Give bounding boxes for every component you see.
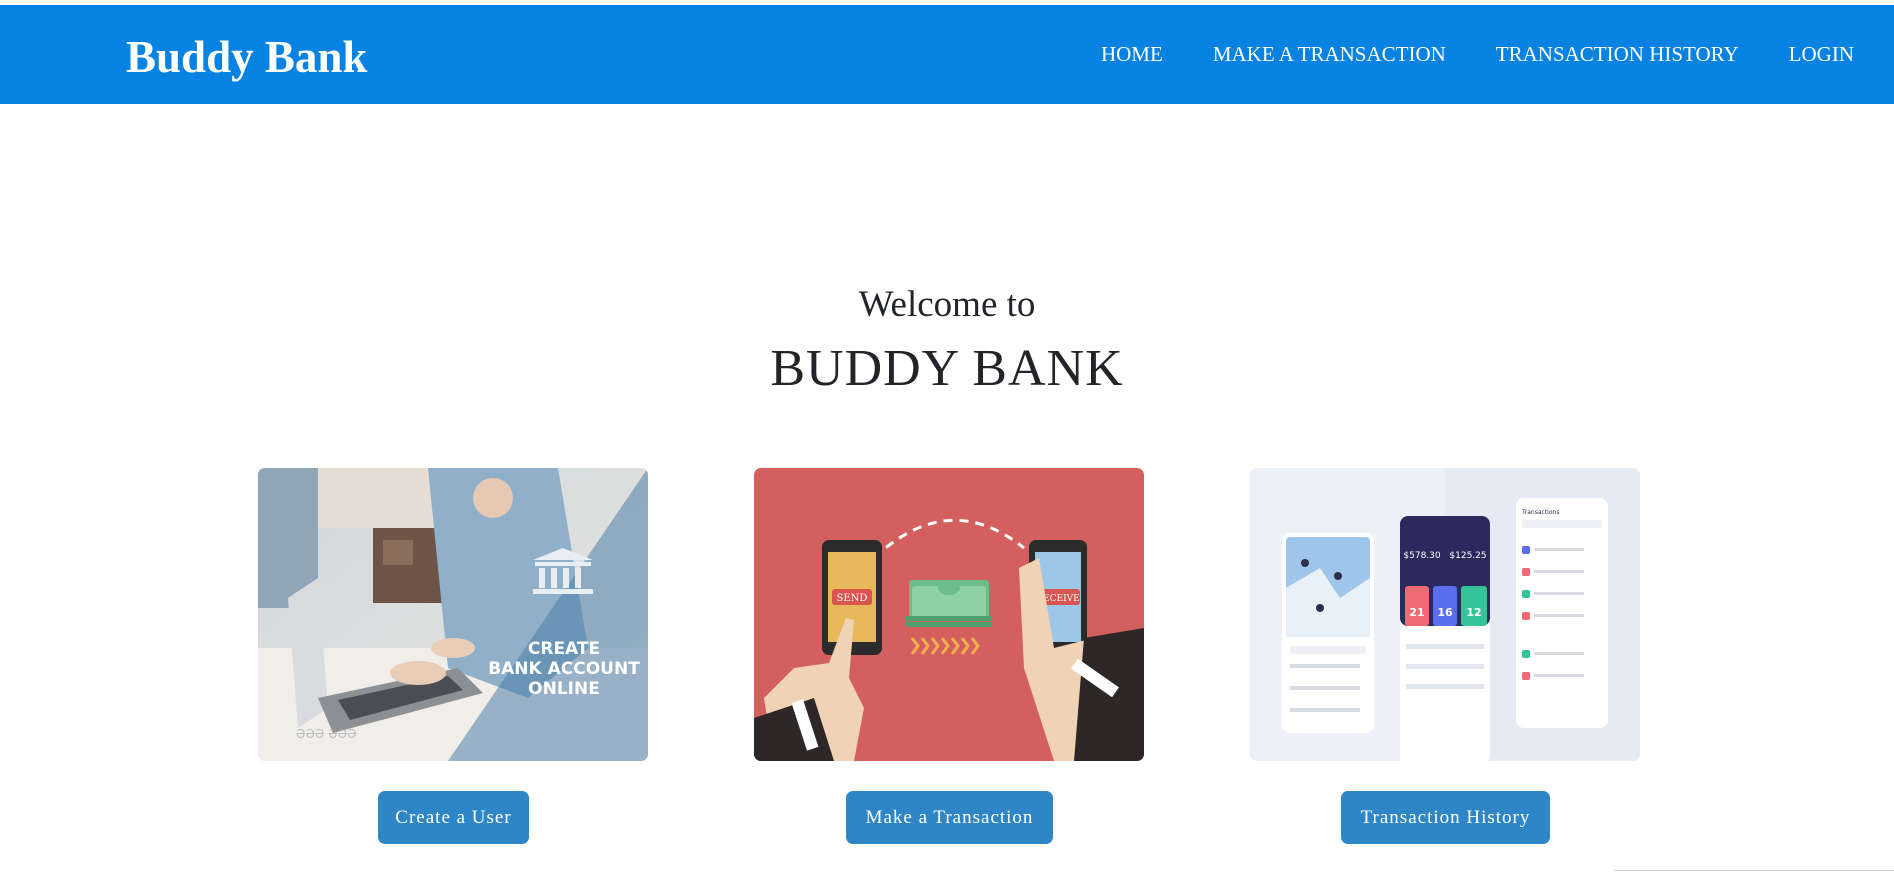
stat-value-1: 21 bbox=[1409, 606, 1424, 619]
image-watermark: ƏƏƏ ƏƏƏ bbox=[296, 727, 357, 741]
create-account-image: CREATE BANK ACCOUNT ONLINE ƏƏƏ ƏƏƏ bbox=[258, 468, 648, 761]
nav-link-transaction-history[interactable]: TRANSACTION HISTORY bbox=[1496, 42, 1739, 67]
create-account-caption-line-3: ONLINE bbox=[528, 679, 600, 699]
transaction-history-button[interactable]: Transaction History bbox=[1341, 791, 1550, 844]
page-title: BUDDY BANK bbox=[770, 340, 1124, 397]
nav-link-make-transaction[interactable]: MAKE A TRANSACTION bbox=[1213, 42, 1446, 67]
create-account-caption-line-1: CREATE bbox=[528, 639, 600, 659]
stat-value-3: 12 bbox=[1466, 606, 1481, 619]
balance-left: $578.30 bbox=[1403, 551, 1440, 561]
create-user-button[interactable]: Create a User bbox=[378, 791, 529, 844]
make-transaction-button[interactable]: Make a Transaction bbox=[846, 791, 1053, 844]
stat-value-2: 16 bbox=[1437, 606, 1453, 619]
nav-link-home[interactable]: HOME bbox=[1101, 42, 1163, 67]
nav-link-login[interactable]: LOGIN bbox=[1789, 42, 1854, 67]
welcome-text: Welcome to bbox=[858, 284, 1036, 325]
create-account-caption-line-2: BANK ACCOUNT bbox=[488, 659, 640, 679]
nav-links: HOME MAKE A TRANSACTION TRANSACTION HIST… bbox=[1101, 5, 1854, 104]
transaction-history-image: $578.30 $125.25 21 16 12 Transactions bbox=[1250, 468, 1640, 761]
top-navbar: Buddy Bank HOME MAKE A TRANSACTION TRANS… bbox=[0, 5, 1894, 104]
send-label: SEND bbox=[837, 593, 868, 604]
make-transaction-image: SEND RECEIVE bbox=[754, 468, 1144, 761]
divider bbox=[1614, 870, 1894, 871]
balance-right: $125.25 bbox=[1449, 551, 1486, 561]
brand-logo[interactable]: Buddy Bank bbox=[126, 30, 367, 85]
transactions-panel-title: Transactions bbox=[1521, 509, 1559, 516]
